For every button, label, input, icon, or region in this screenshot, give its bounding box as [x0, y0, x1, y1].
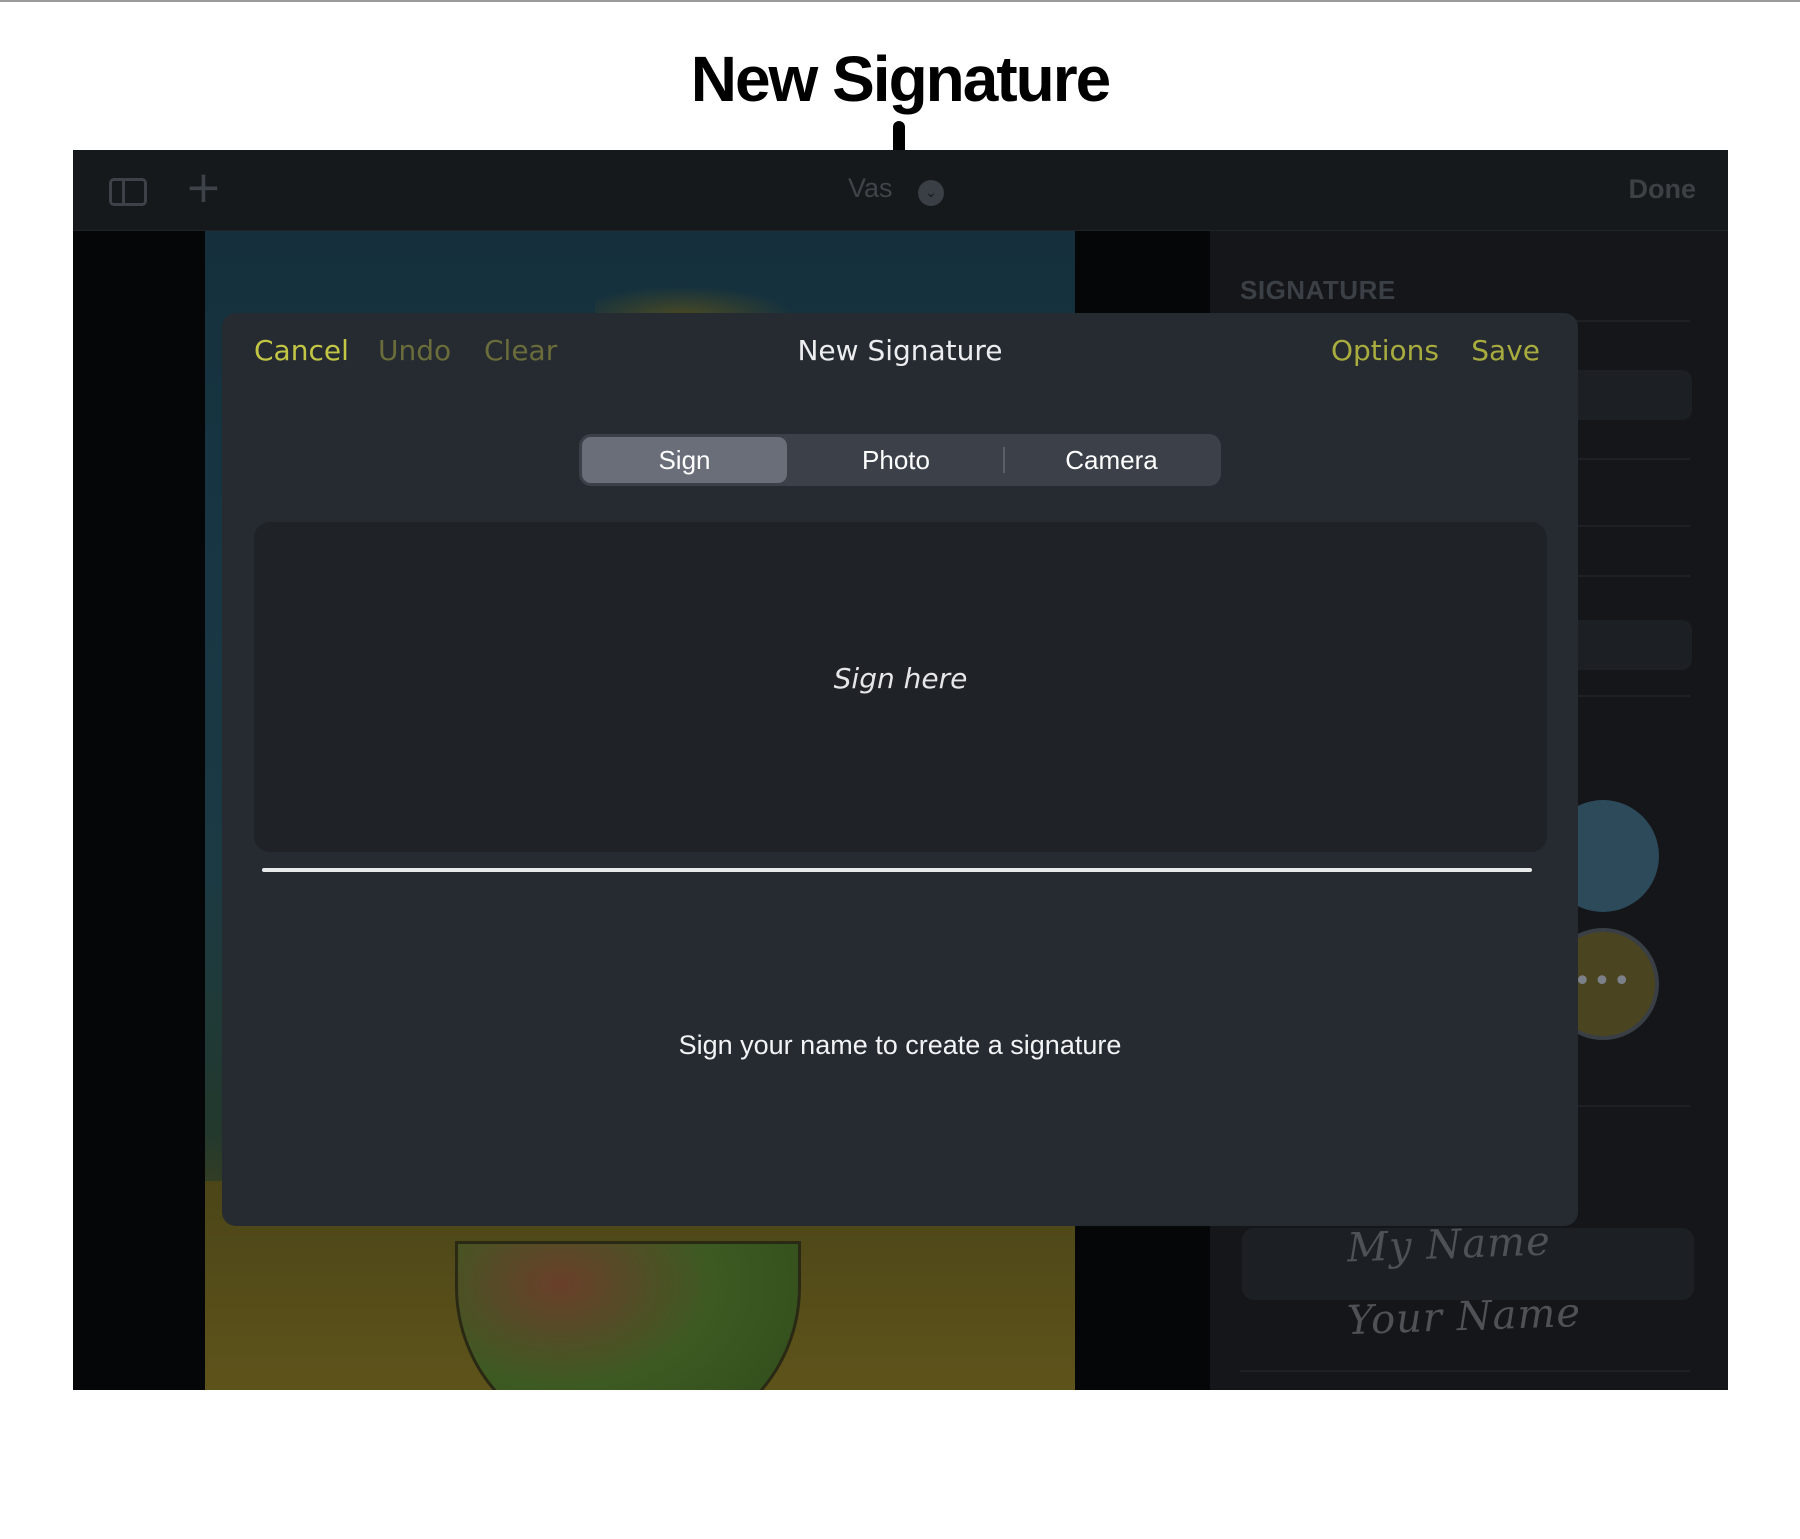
tab-sign[interactable]: Sign	[582, 437, 787, 483]
side-panel-heading: SIGNATURE	[1240, 275, 1396, 305]
signature-drawing-area[interactable]: Sign here	[254, 522, 1547, 852]
plus-icon[interactable]: +	[185, 162, 222, 213]
document-title[interactable]: Vas	[848, 173, 893, 204]
saved-signature-1[interactable]: My Name	[1346, 1218, 1551, 1271]
top-divider	[0, 0, 1800, 2]
saved-signature-2[interactable]: Your Name	[1346, 1290, 1582, 1344]
save-button[interactable]: Save	[1471, 334, 1540, 367]
signature-source-tabs: Sign Photo Camera	[579, 434, 1221, 486]
callout-title: New Signature	[690, 43, 1112, 115]
sidebar-icon[interactable]	[109, 178, 147, 206]
sign-here-placeholder: Sign here	[833, 662, 968, 695]
chevron-down-icon[interactable]: ⌄	[918, 180, 944, 206]
new-signature-dialog: Cancel Undo Clear New Signature Options …	[222, 313, 1578, 1226]
options-button[interactable]: Options	[1331, 334, 1439, 367]
tab-photo[interactable]: Photo	[789, 437, 1003, 483]
side-panel-divider	[1240, 1370, 1690, 1372]
app-toolbar: + Vas ⌄ Done	[73, 150, 1728, 231]
artwork-vase	[455, 1241, 801, 1390]
signature-baseline	[262, 868, 1532, 872]
instructions-text: Sign your name to create a signature	[678, 1030, 1122, 1060]
tab-camera[interactable]: Camera	[1005, 437, 1218, 483]
done-button[interactable]: Done	[1629, 174, 1697, 205]
